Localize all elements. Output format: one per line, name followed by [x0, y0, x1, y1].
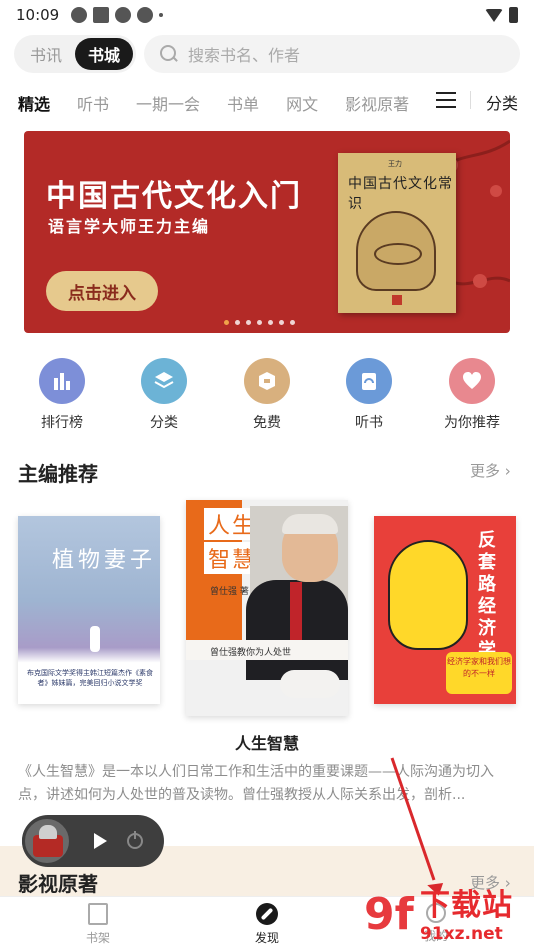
cover-speech-bubble: 经济学家和我们想的不一样 — [446, 652, 512, 694]
app-notification-icon — [93, 7, 110, 23]
book-carousel: 植物妻子 布克国际文学奖得主韩江短篇杰作《素食者》姊妹篇，完美回归小说文学奖 人… — [0, 500, 534, 720]
banner-title: 中国古代文化入门 — [46, 179, 302, 214]
app-notification-icon — [137, 7, 154, 23]
pagination-dot[interactable] — [257, 320, 262, 325]
pagination-dot[interactable] — [290, 320, 295, 325]
banner-subtitle: 语言学大师王力主编 — [48, 217, 211, 236]
more-link[interactable]: 更多 › — [470, 460, 511, 481]
segment-bookstore[interactable]: 书城 — [75, 38, 133, 70]
free-icon — [244, 358, 290, 404]
tab-divider — [470, 91, 471, 109]
book-cover-title: 植物妻子 — [52, 548, 157, 573]
watermark-logo: 9f — [364, 889, 414, 940]
author-photo-hair — [282, 514, 338, 534]
power-icon[interactable] — [127, 831, 143, 849]
entry-category[interactable]: 分类 — [124, 358, 204, 432]
pagination-dot[interactable] — [224, 320, 229, 325]
enter-button[interactable]: 点击进入 — [46, 271, 158, 311]
nav-bookshelf[interactable]: 书架 — [58, 903, 138, 946]
watermark-url: 91xz.net — [420, 924, 503, 944]
status-notification-icons — [71, 7, 164, 23]
cover-figure — [90, 626, 100, 652]
pagination-dot[interactable] — [246, 320, 251, 325]
section-title: 影视原著 — [18, 872, 98, 896]
vase-illustration — [356, 211, 436, 291]
ranking-icon — [39, 358, 85, 404]
discover-icon — [256, 903, 278, 925]
book-cover-text: 布克国际文学奖得主韩江短篇杰作《素食者》姊妹篇，完美回归小说文学奖 — [27, 669, 153, 687]
tab-film-adaptation[interactable]: 影视原著 — [345, 91, 409, 115]
headphone-book-icon — [346, 358, 392, 404]
search-input[interactable]: 搜索书名、作者 — [144, 35, 520, 73]
nav-label: 发现 — [254, 931, 279, 945]
book-cover-title: 反套路经济学 — [478, 530, 496, 661]
featured-book-description: 《人生智慧》是一本以人们日常工作和生活中的重要课题——人际沟通为切入点，讲述如何… — [18, 764, 494, 803]
featured-book-name[interactable]: 人生智慧 — [0, 730, 534, 754]
section-title: 主编推荐 — [18, 462, 98, 486]
tab-audio[interactable]: 听书 — [77, 91, 109, 115]
search-placeholder: 搜索书名、作者 — [188, 46, 301, 65]
battery-icon — [509, 7, 518, 23]
banner-pagination — [224, 320, 295, 325]
tab-web-novel[interactable]: 网文 — [286, 91, 318, 115]
nav-label: 书架 — [85, 931, 110, 945]
category-icon — [141, 358, 187, 404]
entry-ranking[interactable]: 排行榜 — [22, 358, 102, 432]
watermark-text: 下载站 — [420, 888, 513, 923]
channel-tabs: 精选 听书 一期一会 书单 网文 影视原著 儿 分类 — [0, 86, 534, 120]
nav-discover[interactable]: 发现 — [227, 903, 307, 946]
player-cover[interactable] — [22, 816, 72, 866]
entry-label: 分类 — [150, 415, 178, 431]
wifi-icon — [485, 8, 503, 22]
promo-banner[interactable]: 中国古代文化入门 语言学大师王力主编 点击进入 王力 中国古代文化常识 — [24, 131, 510, 333]
entry-label: 免费 — [253, 415, 281, 431]
pagination-dot[interactable] — [279, 320, 284, 325]
pagination-dot[interactable] — [235, 320, 240, 325]
book-cover[interactable]: 植物妻子 布克国际文学奖得主韩江短篇杰作《素食者》姊妹篇，完美回归小说文学奖 — [18, 516, 160, 704]
entry-label: 听书 — [355, 415, 383, 431]
status-bar: 10:09 — [0, 0, 534, 30]
tab-list: 精选 听书 一期一会 书单 网文 影视原著 儿 — [0, 91, 420, 115]
cover-face-illustration — [388, 540, 468, 650]
book-cover[interactable]: 反套路经济学 经济学家和我们想的不一样 — [374, 516, 516, 704]
book-cover-author: 王力 — [388, 160, 402, 168]
more-label: 更多 — [470, 462, 501, 480]
book-cover-featured[interactable]: 人生 智慧 曾仕强 著 曾仕强教你为人处世 — [186, 500, 348, 716]
book-cover-motto: 曾仕强教你为人处世 — [210, 648, 292, 658]
entry-recommend[interactable]: 为你推荐 — [432, 358, 512, 432]
tab-meet[interactable]: 一期一会 — [136, 91, 200, 115]
book-cover-title: 中国古代文化常识 — [348, 176, 453, 212]
app-notification-icon — [115, 7, 132, 23]
search-icon — [160, 45, 178, 63]
app-notification-icon — [71, 7, 88, 23]
pagination-dot[interactable] — [268, 320, 273, 325]
play-icon[interactable] — [94, 833, 107, 849]
bookshelf-icon — [88, 903, 108, 925]
author-photo-tie — [290, 582, 302, 642]
more-notifications-icon — [159, 13, 164, 17]
tab-booklist[interactable]: 书单 — [227, 91, 259, 115]
site-watermark: 9f 下载站 91xz.net — [360, 888, 534, 950]
status-time: 10:09 — [16, 6, 60, 24]
entry-audio-book[interactable]: 听书 — [329, 358, 409, 432]
mode-switch: 书讯 书城 — [14, 35, 136, 73]
entry-free[interactable]: 免费 — [227, 358, 307, 432]
banner-book-cover: 王力 中国古代文化常识 — [338, 153, 456, 313]
heart-icon — [449, 358, 495, 404]
tab-featured[interactable]: 精选 — [18, 91, 50, 115]
book-cover-author: 曾仕强 著 — [210, 587, 249, 597]
quick-entries: 排行榜 分类 免费 听书 为你推荐 — [0, 358, 534, 434]
category-link[interactable]: 分类 — [486, 90, 518, 114]
menu-icon[interactable] — [436, 92, 456, 108]
author-photo-hands — [280, 670, 340, 698]
entry-label: 排行榜 — [41, 415, 83, 431]
entry-label: 为你推荐 — [444, 415, 500, 431]
segment-news[interactable]: 书讯 — [17, 38, 75, 70]
mini-audio-player[interactable] — [22, 815, 164, 867]
top-bar: 书讯 书城 搜索书名、作者 — [14, 35, 520, 73]
publisher-mark-icon — [392, 295, 402, 305]
